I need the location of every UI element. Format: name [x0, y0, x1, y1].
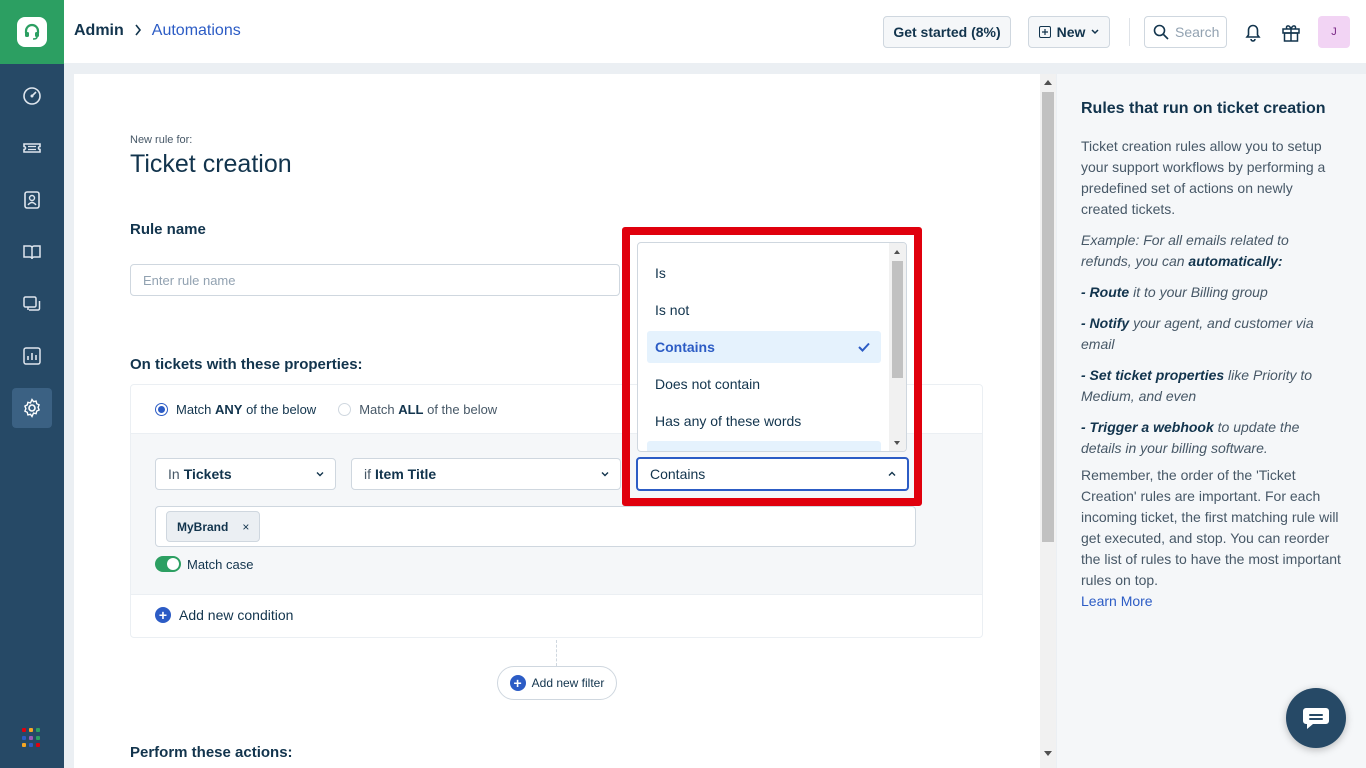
plus-circle-icon: +: [509, 675, 526, 691]
add-condition-button[interactable]: + Add new condition: [155, 607, 293, 623]
bell-icon[interactable]: [1241, 20, 1265, 44]
connector-line: [556, 640, 557, 666]
search-input[interactable]: Search: [1144, 16, 1227, 48]
if-prefix: if: [364, 466, 371, 482]
breadcrumb-separator-icon: [134, 23, 142, 39]
plus-circle-icon: +: [155, 607, 171, 623]
headset-logo-icon: [17, 17, 47, 47]
value-tag-input[interactable]: MyBrand ×: [155, 506, 916, 547]
radio-selected-icon: [155, 402, 168, 416]
search-placeholder: Search: [1175, 24, 1220, 40]
match-case-toggle[interactable]: [155, 556, 181, 572]
match-case-row: Match case: [155, 556, 253, 572]
chevron-down-icon: [316, 472, 324, 477]
left-navigation: [0, 0, 64, 768]
add-filter-button[interactable]: + Add new filter: [497, 666, 617, 700]
scroll-up-icon[interactable]: [1044, 80, 1052, 85]
get-started-button[interactable]: Get started (8%): [883, 16, 1011, 48]
breadcrumb: Admin Automations: [74, 22, 241, 40]
chat-bubble-icon: [1303, 708, 1329, 729]
page-scrollbar[interactable]: [1040, 74, 1056, 768]
rule-name-input[interactable]: [130, 264, 620, 296]
help-route: - Route it to your Billing group: [1081, 284, 1268, 300]
perform-actions-label: Perform these actions:: [130, 744, 293, 761]
in-entity-select[interactable]: In Tickets: [155, 458, 336, 490]
chevron-down-icon: [1091, 29, 1099, 35]
gift-icon[interactable]: [1279, 20, 1303, 44]
match-any-label: Match ANY of the below: [176, 401, 317, 417]
forums-icon[interactable]: [12, 284, 52, 324]
new-button[interactable]: New: [1028, 16, 1110, 48]
help-example: Example: For all emails related to refun…: [1081, 232, 1289, 269]
field-select[interactable]: if Item Title: [351, 458, 621, 490]
scroll-thumb[interactable]: [1042, 92, 1054, 542]
reports-icon[interactable]: [12, 336, 52, 376]
app-logo[interactable]: [0, 0, 64, 64]
contacts-icon[interactable]: [12, 180, 52, 220]
help-remember: Remember, the order of the 'Ticket Creat…: [1081, 467, 1341, 588]
if-value: Item Title: [375, 466, 437, 482]
tickets-icon[interactable]: [12, 128, 52, 168]
in-prefix: In: [168, 466, 180, 482]
breadcrumb-admin[interactable]: Admin: [74, 22, 124, 40]
highlight-frame: [622, 227, 922, 506]
rule-name-label: Rule name: [130, 221, 206, 238]
dashboard-icon[interactable]: [12, 76, 52, 116]
top-header: Admin Automations Get started (8%) New S…: [64, 0, 1366, 64]
apps-grid-icon[interactable]: [22, 728, 42, 748]
help-intro: Ticket creation rules allow you to setup…: [1081, 138, 1326, 217]
header-divider: [1129, 18, 1130, 46]
page-subtitle: New rule for:: [130, 134, 193, 146]
tag-label: MyBrand: [177, 519, 229, 534]
plus-square-icon: [1038, 26, 1051, 38]
match-case-label: Match case: [187, 556, 254, 572]
properties-label: On tickets with these properties:: [130, 356, 363, 373]
avatar[interactable]: J: [1318, 16, 1350, 48]
help-title: Rules that run on ticket creation: [1081, 100, 1326, 117]
match-all-label: Match ALL of the below: [359, 401, 498, 417]
add-condition-label: Add new condition: [179, 607, 294, 623]
add-filter-label: Add new filter: [531, 676, 605, 690]
new-button-label: New: [1056, 24, 1086, 40]
page-title: Ticket creation: [130, 150, 292, 178]
tag-remove-icon[interactable]: ×: [242, 520, 249, 534]
help-panel: Rules that run on ticket creation Ticket…: [1057, 74, 1366, 768]
chat-widget-button[interactable]: [1286, 688, 1346, 748]
help-notify: - Notify your agent, and customer via em…: [1081, 315, 1314, 352]
scroll-down-icon[interactable]: [1044, 751, 1052, 756]
help-trigger-webhook: - Trigger a webhook to update the detail…: [1081, 419, 1300, 456]
help-set-properties: - Set ticket properties like Priority to…: [1081, 367, 1313, 404]
match-any-radio[interactable]: Match ANY of the below: [155, 402, 316, 417]
match-all-radio[interactable]: Match ALL of the below: [338, 402, 497, 417]
admin-gear-icon[interactable]: [12, 388, 52, 428]
search-icon: [1153, 24, 1169, 40]
value-tag: MyBrand ×: [166, 511, 261, 542]
radio-unselected-icon: [338, 402, 352, 416]
chevron-down-icon: [601, 472, 609, 477]
solutions-icon[interactable]: [12, 232, 52, 272]
breadcrumb-automations[interactable]: Automations: [152, 22, 241, 40]
in-value: Tickets: [183, 466, 232, 482]
learn-more-link[interactable]: Learn More: [1081, 591, 1342, 612]
